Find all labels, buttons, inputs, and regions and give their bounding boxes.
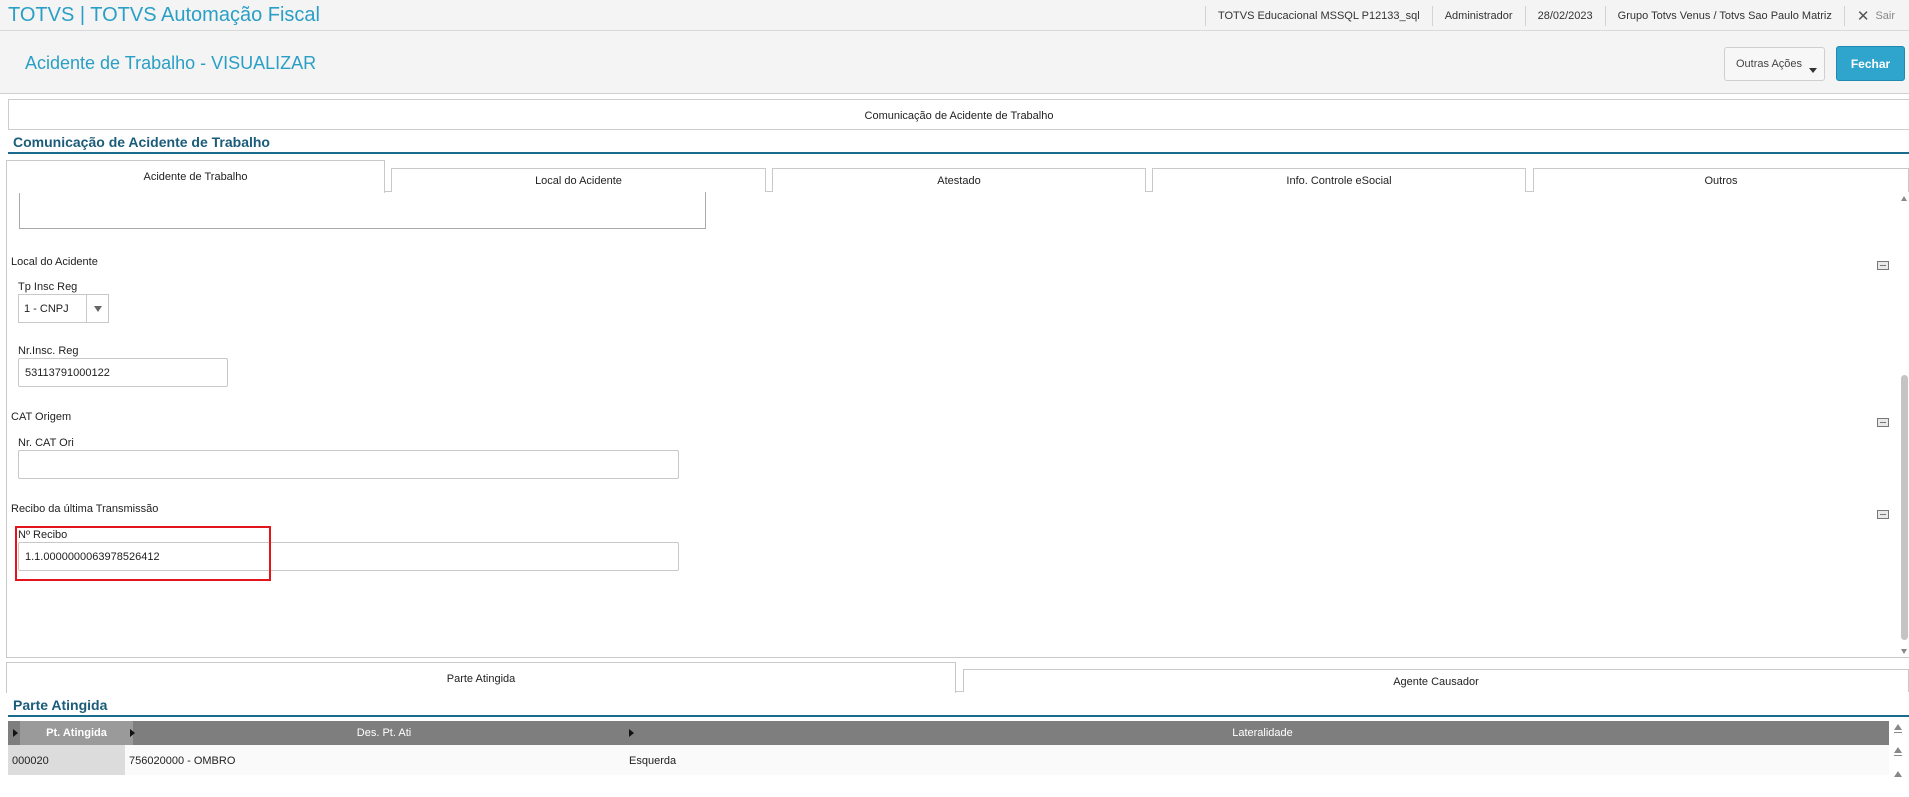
form-content: Local do Acidente Tp Insc Reg 1 - CNPJ N… bbox=[6, 192, 1909, 658]
environment-label[interactable]: TOTVS Educacional MSSQL P12133_sql bbox=[1204, 5, 1432, 26]
section-title: Comunicação de Acidente de Trabalho bbox=[13, 134, 270, 150]
local-group-label: Local do Acidente bbox=[11, 256, 98, 268]
column-des-pt-ati[interactable]: Des. Pt. Ati bbox=[136, 721, 632, 745]
close-icon: ✕ bbox=[1856, 7, 1870, 25]
logout-label: Sair bbox=[1875, 9, 1895, 22]
column-marker-icon bbox=[629, 729, 634, 737]
column-pt-atingida[interactable]: Pt. Atingida bbox=[20, 721, 133, 745]
grid-section-title: Parte Atingida bbox=[13, 697, 108, 713]
scroll-down-icon[interactable] bbox=[1901, 649, 1907, 654]
scroll-up-icon[interactable] bbox=[1901, 196, 1907, 201]
row-marker-icon bbox=[13, 729, 18, 737]
recibo-group-label: Recibo da última Transmissão bbox=[11, 503, 159, 515]
tab-atestado[interactable]: Atestado bbox=[772, 168, 1146, 192]
scroll-up-icon[interactable] bbox=[1894, 747, 1902, 753]
tab-bar: Acidente de Trabalho Local do Acidente A… bbox=[6, 160, 1909, 193]
collapse-icon[interactable] bbox=[1877, 261, 1889, 270]
scroll-up-bar bbox=[1894, 755, 1902, 756]
tab-parte-atingida[interactable]: Parte Atingida bbox=[6, 662, 956, 693]
grid-header: Pt. Atingida Des. Pt. Ati Lateralidade bbox=[8, 721, 1889, 745]
cell-pt-atingida: 000020 bbox=[8, 745, 125, 775]
page-title: Acidente de Trabalho - VISUALIZAR bbox=[25, 53, 317, 73]
scroll-top-icon[interactable] bbox=[1894, 724, 1902, 730]
tp-insc-label: Tp Insc Reg bbox=[18, 281, 78, 293]
other-actions-button[interactable]: Outras Ações bbox=[1724, 47, 1825, 81]
top-bar: TOTVS | TOTVS Automação Fiscal TOTVS Edu… bbox=[0, 0, 1909, 31]
tab-outros[interactable]: Outros bbox=[1533, 168, 1909, 192]
tp-insc-value: 1 - CNPJ bbox=[24, 303, 69, 315]
chevron-down-icon bbox=[1809, 68, 1817, 73]
table-row[interactable]: 000020 756020000 - OMBRO Esquerda bbox=[8, 745, 1889, 775]
folder-caption[interactable]: Comunicação de Acidente de Trabalho bbox=[8, 99, 1909, 130]
company-label[interactable]: Grupo Totvs Venus / Totvs Sao Paulo Matr… bbox=[1604, 5, 1844, 26]
date-label[interactable]: 28/02/2023 bbox=[1524, 5, 1605, 26]
scroll-top-bar bbox=[1894, 732, 1902, 733]
cat-group-label: CAT Origem bbox=[11, 411, 72, 423]
nr-insc-label: Nr.Insc. Reg bbox=[18, 345, 79, 357]
other-actions-label: Outras Ações bbox=[1736, 58, 1803, 70]
nr-cat-label: Nr. CAT Ori bbox=[18, 437, 74, 449]
grid-section-divider bbox=[8, 715, 1909, 717]
nr-cat-field[interactable] bbox=[18, 450, 679, 479]
tp-insc-select[interactable]: 1 - CNPJ bbox=[18, 294, 109, 323]
user-label[interactable]: Administrador bbox=[1431, 5, 1525, 26]
session-info: TOTVS Educacional MSSQL P12133_sql Admin… bbox=[1204, 0, 1909, 31]
tab-info-controle-esocial[interactable]: Info. Controle eSocial bbox=[1152, 168, 1526, 192]
grid-scrollbar[interactable] bbox=[1891, 721, 1905, 797]
bottom-tab-bar: Parte Atingida Agente Causador bbox=[6, 662, 1909, 693]
logout-button[interactable]: ✕ Sair bbox=[1843, 5, 1909, 26]
cell-lateralidade: Esquerda bbox=[629, 755, 677, 767]
column-marker-icon bbox=[130, 729, 135, 737]
nr-insc-field[interactable]: 53113791000122 bbox=[18, 358, 228, 387]
scroll-page-up-icon[interactable] bbox=[1894, 771, 1902, 777]
cell-des-pt-ati: 756020000 - OMBRO bbox=[129, 755, 236, 767]
vertical-scrollbar[interactable] bbox=[1900, 192, 1909, 657]
highlight-box bbox=[15, 526, 271, 581]
collapse-icon[interactable] bbox=[1877, 418, 1889, 427]
tab-local-do-acidente[interactable]: Local do Acidente bbox=[391, 168, 766, 192]
app-title: TOTVS | TOTVS Automação Fiscal bbox=[8, 4, 320, 26]
text-area-field[interactable] bbox=[19, 192, 706, 229]
column-lateralidade[interactable]: Lateralidade bbox=[636, 721, 1889, 745]
page-header: Acidente de Trabalho - VISUALIZAR Outras… bbox=[0, 31, 1909, 94]
tab-agente-causador[interactable]: Agente Causador bbox=[963, 669, 1909, 692]
chevron-down-icon bbox=[86, 295, 108, 322]
tab-acidente-de-trabalho[interactable]: Acidente de Trabalho bbox=[6, 160, 385, 193]
collapse-icon[interactable] bbox=[1877, 510, 1889, 519]
close-button[interactable]: Fechar bbox=[1836, 46, 1905, 81]
scroll-thumb[interactable] bbox=[1901, 375, 1908, 640]
section-divider bbox=[8, 152, 1909, 154]
